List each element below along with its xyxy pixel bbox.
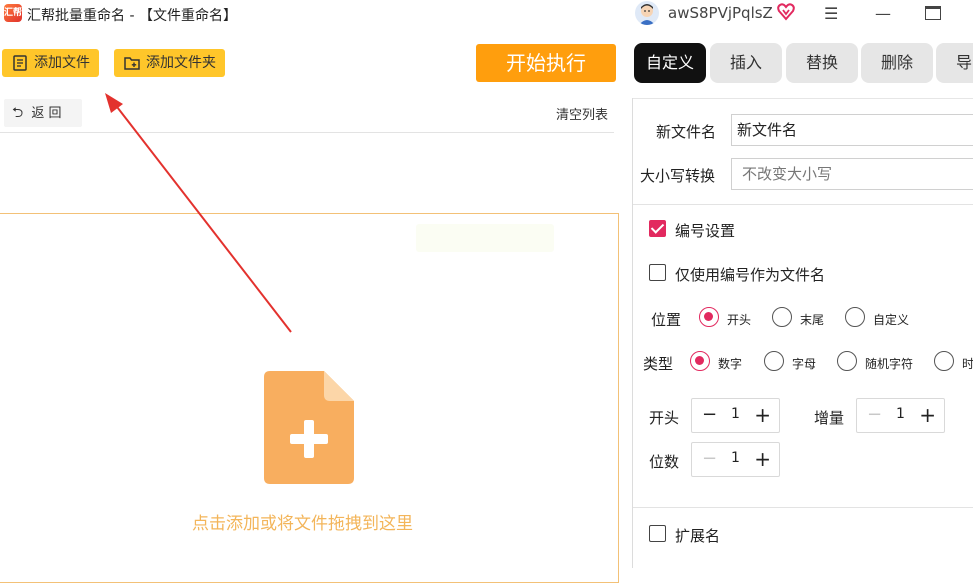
position-radio-start[interactable] xyxy=(699,307,719,327)
panel-divider xyxy=(632,98,633,568)
divider xyxy=(633,204,973,205)
increment-stepper[interactable]: − 1 + xyxy=(856,398,945,433)
tab-insert[interactable]: 插入 xyxy=(710,43,782,83)
case-select[interactable]: 不改变大小写 xyxy=(731,158,973,190)
undo-icon: ⮌ xyxy=(12,105,24,121)
tab-import[interactable]: 导 xyxy=(936,43,973,83)
back-button[interactable]: ⮌ 返 回 xyxy=(4,99,82,127)
drop-hint-text: 点击添加或将文件拖拽到这里 xyxy=(192,514,413,534)
increment-button[interactable]: + xyxy=(754,448,771,470)
file-add-icon[interactable] xyxy=(264,371,354,484)
type-option-time: 时 xyxy=(962,357,973,371)
title-bar: 汇帮 汇帮批量重命名 - 【文件重命名】 awS8PVjPqlsZ ☰ — xyxy=(0,0,973,30)
add-file-label: 添加文件 xyxy=(34,55,90,71)
position-radio-custom[interactable] xyxy=(845,307,865,327)
extension-label: 扩展名 xyxy=(675,527,721,545)
position-option-end: 末尾 xyxy=(800,313,825,327)
type-radio-time[interactable] xyxy=(934,351,954,371)
numbering-checkbox[interactable] xyxy=(649,220,666,237)
type-radio-letter[interactable] xyxy=(764,351,784,371)
user-avatar[interactable] xyxy=(635,1,659,25)
add-file-icon xyxy=(13,55,27,71)
extension-checkbox[interactable] xyxy=(649,525,666,542)
add-folder-label: 添加文件夹 xyxy=(146,55,216,71)
type-option-random: 随机字符 xyxy=(865,357,914,371)
increment-button[interactable]: + xyxy=(919,404,936,426)
tab-delete[interactable]: 删除 xyxy=(861,43,933,83)
position-option-custom: 自定义 xyxy=(873,313,910,327)
clear-list-button[interactable]: 清空列表 xyxy=(556,104,608,123)
increment-label: 增量 xyxy=(814,409,845,427)
type-label: 类型 xyxy=(643,355,674,373)
add-folder-icon xyxy=(124,57,140,70)
minimize-icon[interactable]: — xyxy=(875,6,891,22)
username[interactable]: awS8PVjPqlsZ xyxy=(668,4,773,22)
window-title: 汇帮批量重命名 - 【文件重命名】 xyxy=(27,8,237,24)
case-label: 大小写转换 xyxy=(640,167,716,185)
position-label: 位置 xyxy=(651,311,682,329)
add-folder-button[interactable]: 添加文件夹 xyxy=(114,49,225,77)
maximize-icon[interactable] xyxy=(925,6,941,20)
digits-label: 位数 xyxy=(649,453,680,471)
vip-heart-icon[interactable] xyxy=(777,3,795,21)
type-radio-random[interactable] xyxy=(837,351,857,371)
menu-icon[interactable]: ☰ xyxy=(824,6,842,22)
divider xyxy=(633,98,973,99)
start-button[interactable]: 开始执行 xyxy=(476,44,616,82)
digits-stepper[interactable]: − 1 + xyxy=(691,442,780,477)
only-number-checkbox[interactable] xyxy=(649,264,666,281)
numbering-label: 编号设置 xyxy=(675,222,736,240)
type-radio-number[interactable] xyxy=(690,351,710,371)
divider xyxy=(0,132,614,133)
back-label: 返 回 xyxy=(31,106,62,121)
new-name-input[interactable]: 新文件名 xyxy=(731,114,973,146)
tab-replace[interactable]: 替换 xyxy=(786,43,858,83)
app-logo-icon: 汇帮 xyxy=(4,4,22,22)
position-radio-end[interactable] xyxy=(772,307,792,327)
new-name-label: 新文件名 xyxy=(656,123,717,141)
start-number-label: 开头 xyxy=(649,409,680,427)
ghost-highlight xyxy=(416,224,554,252)
type-option-letter: 字母 xyxy=(792,357,817,371)
type-option-number: 数字 xyxy=(718,357,743,371)
position-option-start: 开头 xyxy=(727,313,752,327)
tab-custom[interactable]: 自定义 xyxy=(634,43,706,83)
start-number-stepper[interactable]: − 1 + xyxy=(691,398,780,433)
only-number-label: 仅使用编号作为文件名 xyxy=(675,266,826,284)
divider xyxy=(633,507,973,508)
increment-button[interactable]: + xyxy=(754,404,771,426)
add-file-button[interactable]: 添加文件 xyxy=(2,49,99,77)
